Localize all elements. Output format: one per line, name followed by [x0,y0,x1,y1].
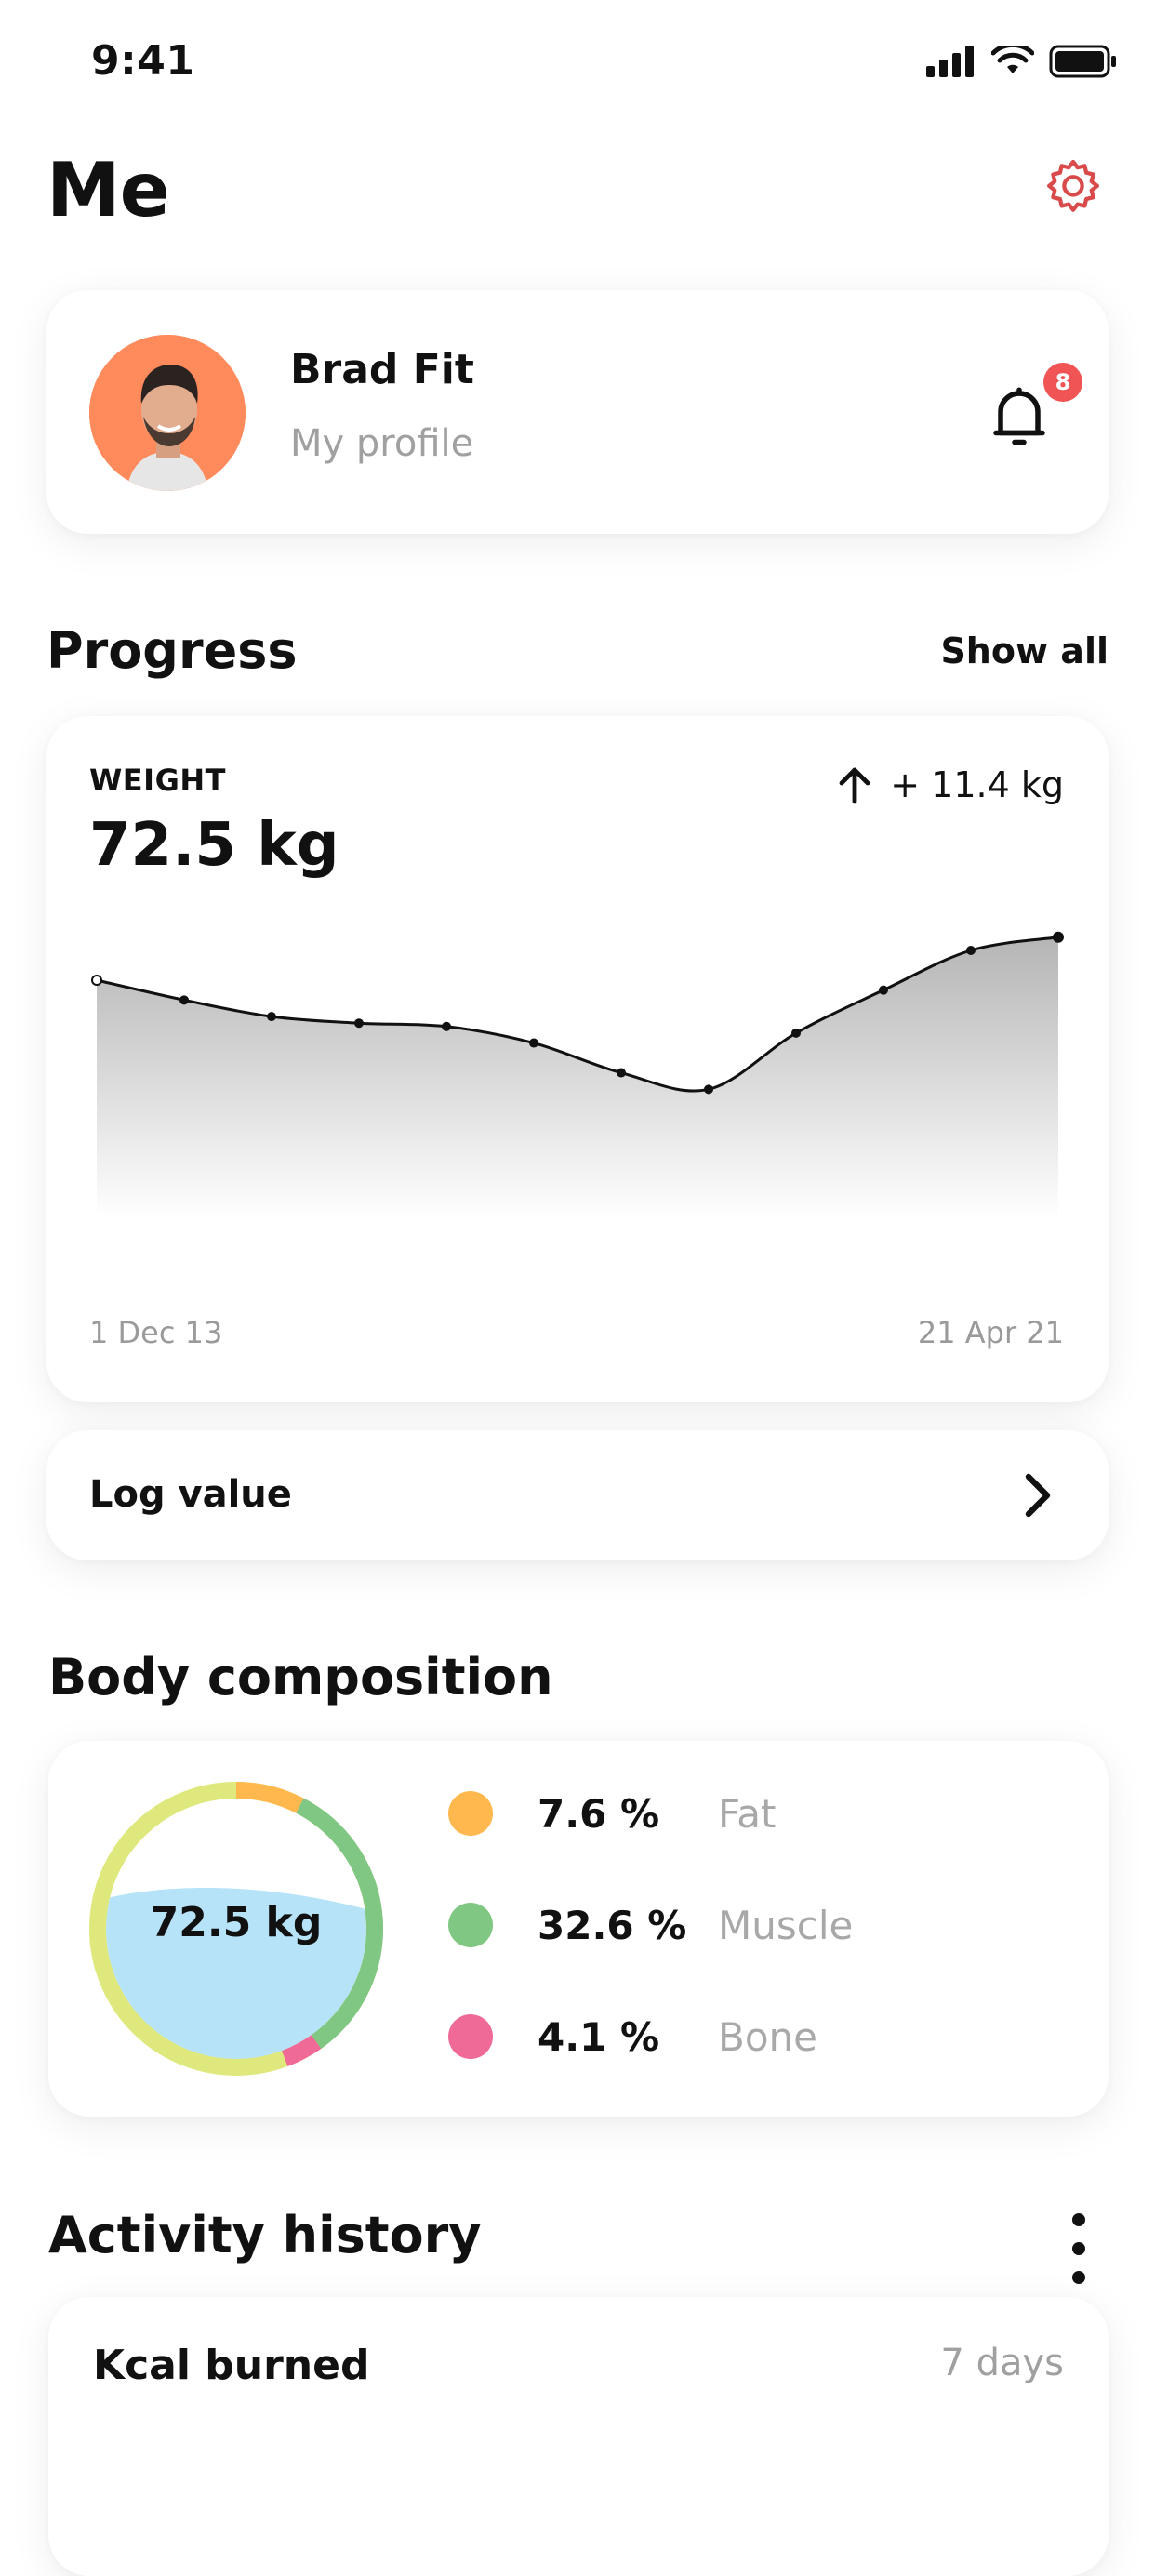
donut-fat-segment [235,1782,304,1813]
bone-label: Bone [718,2013,817,2060]
chevron-right-icon [1025,1473,1051,1518]
weight-point [179,995,189,1005]
legend-bone: 4.1 % Bone [448,2014,817,2060]
log-value-label: Log value [89,1473,292,1516]
weight-card[interactable]: WEIGHT 72.5 kg + 11.4 kg 1 Dec 13 21 Apr… [46,716,1109,1402]
weight-point [354,1018,364,1029]
weight-value: 72.5 kg [89,811,339,880]
x-axis-end-label: 21 Apr 21 [917,1315,1064,1350]
muscle-color-dot [448,1903,493,1947]
weight-point [966,946,976,955]
weight-point [617,1068,626,1078]
gear-icon [1047,159,1099,212]
status-icons [926,45,1118,78]
status-time: 9:41 [91,37,195,85]
more-options-icon[interactable] [1068,2213,1090,2284]
fat-label: Fat [718,1790,777,1837]
fat-value: 7.6 % [538,1790,660,1837]
muscle-label: Muscle [718,1902,854,1948]
weight-chart [91,931,1064,1218]
activity-history-title: Activity history [48,2206,482,2264]
weight-point [704,1084,713,1095]
my-profile-link[interactable]: My profile [290,422,473,465]
bone-value: 4.1 % [538,2013,660,2060]
weight-point [91,975,102,986]
bell-icon [993,387,1045,445]
weight-point [267,1012,276,1022]
arrow-up-icon [839,767,870,804]
weight-point [791,1028,801,1038]
notifications-button[interactable]: 8 [991,363,1082,459]
settings-button[interactable] [1043,158,1103,218]
profile-name: Brad Fit [290,346,474,393]
weight-point [442,1021,451,1031]
weight-point [529,1038,538,1048]
weight-area [97,936,1058,1218]
fat-color-dot [448,1791,493,1836]
wifi-icon [991,46,1034,73]
weight-point [879,985,888,995]
body-composition-title: Body composition [48,1648,553,1706]
profile-card[interactable]: Brad Fit My profile 8 [46,290,1109,534]
bone-color-dot [448,2014,493,2059]
progress-title: Progress [46,621,298,680]
composition-total: 72.5 kg [150,1899,323,1946]
show-all-link[interactable]: Show all [940,631,1109,671]
legend-fat: 7.6 % Fat [448,1791,777,1837]
kcal-burned-label: Kcal burned [93,2342,370,2389]
legend-muscle: 32.6 % Muscle [448,1903,853,1948]
weight-change-value: + 11.4 kg [890,764,1064,805]
page-title: Me [46,147,170,233]
range-selector[interactable]: 7 days [940,2342,1064,2384]
signal-icon [926,46,974,77]
notification-badge: 8 [1043,363,1082,402]
log-value-button[interactable]: Log value [46,1430,1109,1560]
x-axis-start-label: 1 Dec 13 [89,1315,223,1350]
activity-card[interactable]: Kcal burned 7 days [48,2297,1109,2576]
weight-label: WEIGHT [89,763,226,798]
avatar[interactable] [89,335,246,491]
body-composition-card[interactable]: 72.5 kg 7.6 % Fat 32.6 % Muscle 4.1 % Bo… [48,1741,1109,2117]
weight-change: + 11.4 kg [836,764,1064,805]
battery-icon [1049,45,1116,78]
weight-point [1053,931,1064,943]
muscle-value: 32.6 % [538,1902,687,1948]
